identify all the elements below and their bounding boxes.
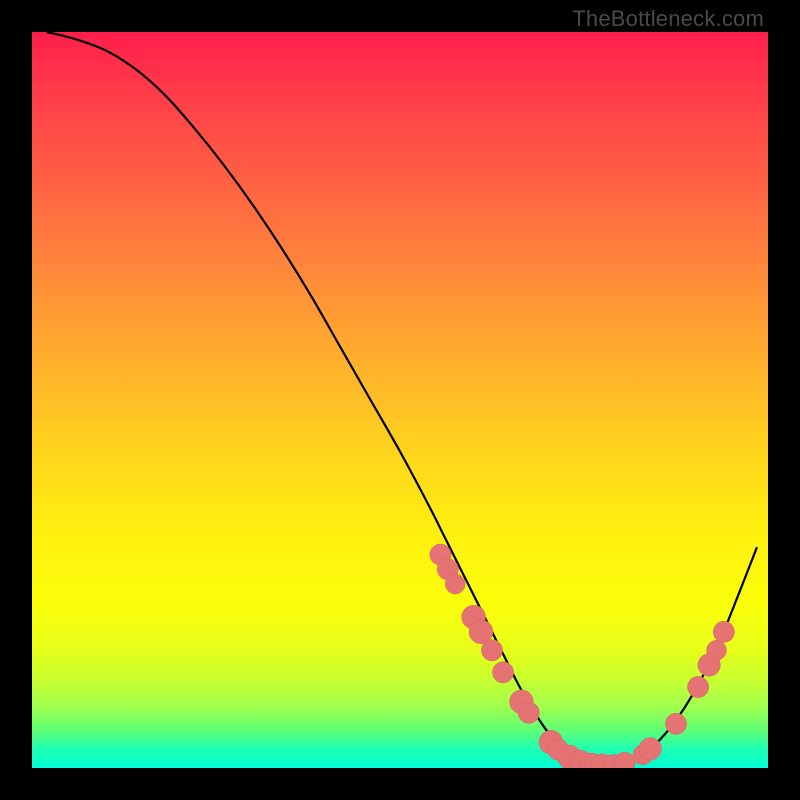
marker-point xyxy=(665,713,686,734)
marker-point xyxy=(445,574,465,594)
curve-markers xyxy=(430,544,735,768)
chart-svg xyxy=(32,32,768,768)
watermark-text: TheBottleneck.com xyxy=(572,6,764,32)
marker-point xyxy=(481,640,502,661)
plot-area xyxy=(32,32,768,768)
chart-root: TheBottleneck.com xyxy=(0,0,800,800)
marker-point xyxy=(687,676,708,697)
marker-point xyxy=(707,640,727,660)
marker-point xyxy=(518,702,539,723)
marker-point xyxy=(713,621,734,642)
marker-point xyxy=(492,662,513,683)
curve-line xyxy=(47,32,757,766)
marker-point xyxy=(639,738,662,761)
marker-point xyxy=(614,752,635,768)
